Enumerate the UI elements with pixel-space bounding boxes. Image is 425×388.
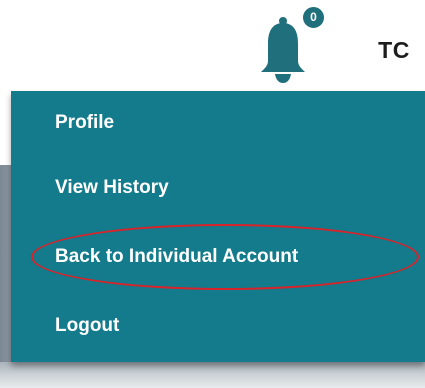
menu-item-back-to-individual-account[interactable]: Back to Individual Account — [55, 245, 298, 269]
notification-count-badge: 0 — [301, 5, 326, 30]
user-dropdown-menu: Profile View History Back to Individual … — [11, 91, 425, 362]
menu-item-view-history[interactable]: View History — [55, 176, 169, 200]
user-avatar-button[interactable]: TC — [363, 10, 425, 91]
menu-item-logout[interactable]: Logout — [55, 314, 119, 338]
background-content — [0, 362, 425, 388]
menu-item-profile[interactable]: Profile — [55, 111, 114, 135]
page: 0 TC Profile View History Back to Indivi… — [0, 0, 425, 388]
bell-icon[interactable] — [258, 16, 308, 84]
